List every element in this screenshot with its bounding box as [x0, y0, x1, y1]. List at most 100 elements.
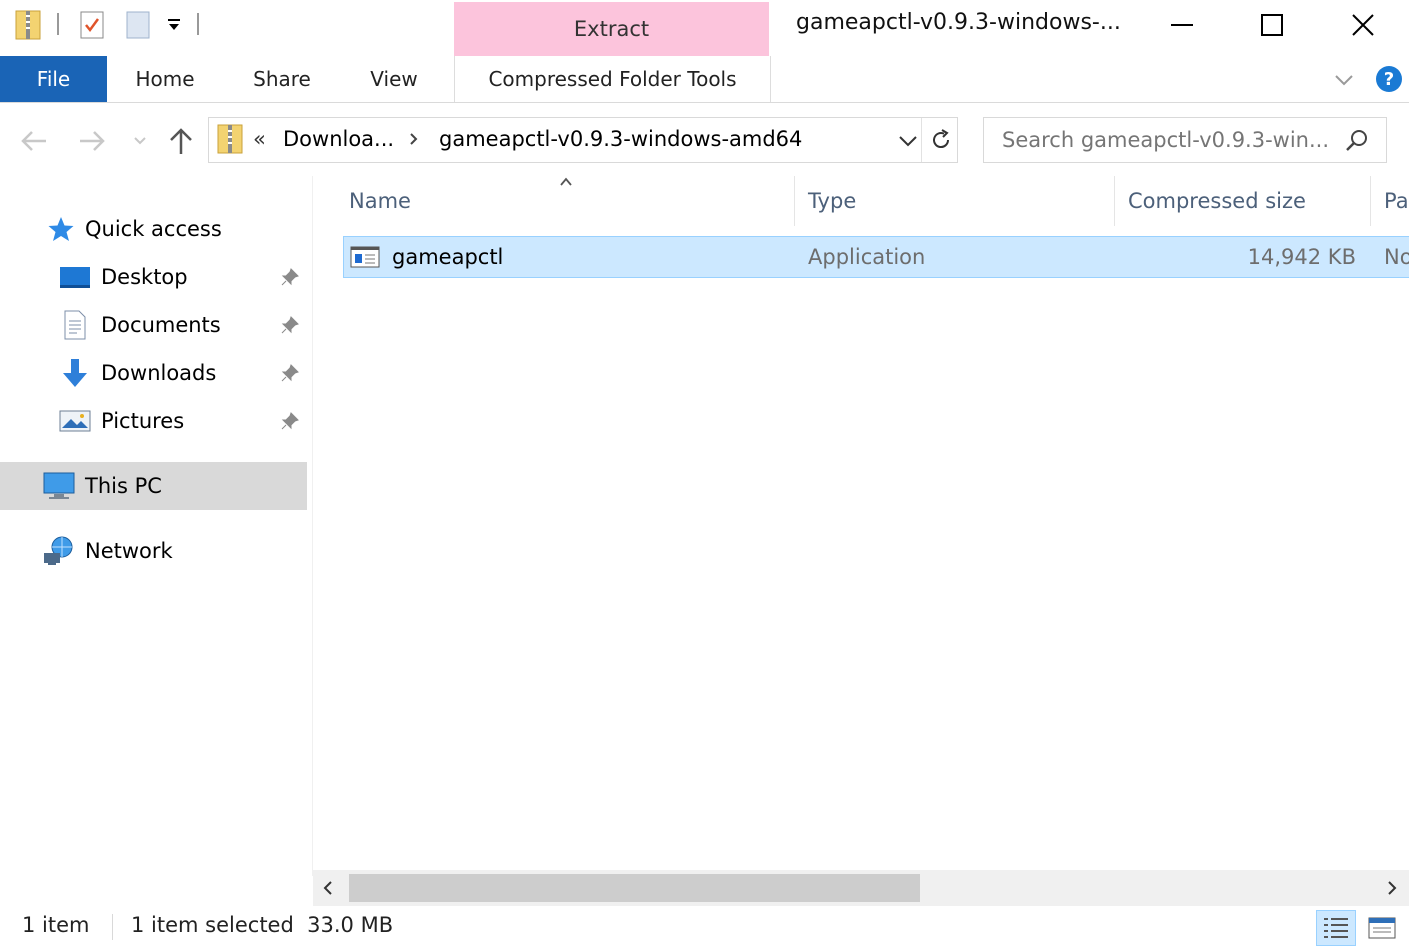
column-header-password-protected[interactable]: Pa [1384, 176, 1409, 226]
arrow-left-icon [21, 131, 46, 151]
table-row[interactable]: gameapctl Application 14,942 KB No [343, 236, 1409, 278]
close-icon [1352, 14, 1374, 36]
status-item-count: 1 item [22, 913, 90, 937]
navigation-bar: « Downloa... gameapctl-v0.9.3-windows-am… [0, 103, 1409, 175]
details-view-button[interactable] [1316, 910, 1356, 946]
row-password-protected: No [1384, 245, 1409, 269]
pin-icon[interactable] [278, 409, 302, 433]
downloads-icon [58, 356, 92, 390]
new-folder-icon[interactable] [124, 8, 152, 42]
chevron-down-icon [134, 137, 146, 145]
computer-icon [42, 469, 76, 503]
nav-quick-access[interactable]: Quick access [0, 206, 307, 252]
row-compressed-size: 14,942 KB [1247, 245, 1356, 269]
row-type: Application [808, 245, 926, 269]
nav-downloads-label: Downloads [101, 361, 217, 385]
back-button[interactable] [16, 121, 52, 161]
breadcrumb-overflow[interactable]: « [253, 127, 266, 151]
nav-quick-access-label: Quick access [85, 217, 222, 241]
chevron-down-icon [1335, 75, 1353, 86]
column-divider[interactable] [794, 176, 795, 226]
chevron-right-icon [1388, 881, 1397, 895]
tab-home[interactable]: Home [120, 56, 210, 102]
nav-pictures[interactable]: Pictures [0, 398, 307, 444]
nav-network[interactable]: Network [0, 528, 307, 574]
pin-icon[interactable] [278, 265, 302, 289]
nav-documents[interactable]: Documents [0, 302, 307, 348]
status-selection: 1 item selected 33.0 MB [131, 913, 394, 937]
address-bar[interactable]: « Downloa... gameapctl-v0.9.3-windows-am… [208, 117, 958, 163]
window-title: gameapctl-v0.9.3-windows-... [796, 10, 1121, 35]
zip-folder-icon [217, 123, 243, 155]
nav-pictures-label: Pictures [101, 409, 185, 433]
breadcrumb-current-folder[interactable]: gameapctl-v0.9.3-windows-amd64 [439, 127, 802, 151]
horizontal-scrollbar[interactable] [313, 870, 1409, 906]
ribbon-tabs: File Home Share View Compressed Folder T… [0, 56, 1409, 103]
nav-this-pc[interactable]: This PC [0, 462, 307, 510]
nav-desktop-label: Desktop [101, 265, 188, 289]
network-icon [42, 534, 76, 568]
help-icon: ? [1376, 66, 1402, 92]
column-divider[interactable] [1370, 176, 1371, 226]
tab-compressed-folder-tools[interactable]: Compressed Folder Tools [454, 56, 771, 102]
zip-folder-icon [14, 8, 42, 42]
tab-share[interactable]: Share [240, 56, 324, 102]
refresh-button[interactable] [929, 128, 953, 152]
address-dropdown-button[interactable] [897, 130, 919, 152]
column-header-type[interactable]: Type [808, 176, 856, 226]
row-name: gameapctl [392, 245, 504, 269]
scroll-right-button[interactable] [1383, 879, 1401, 897]
breadcrumb-separator-icon[interactable] [409, 131, 423, 149]
context-tab-group-extract: Extract [454, 2, 769, 56]
pictures-icon [58, 404, 92, 438]
file-list: Name Type Compressed size Pa gameapctl A… [313, 176, 1409, 876]
sort-ascending-icon [559, 176, 573, 188]
nav-network-label: Network [85, 539, 173, 563]
arrow-up-icon [170, 128, 192, 154]
help-button[interactable]: ? [1374, 64, 1404, 94]
qat-separator [197, 13, 199, 35]
documents-icon [58, 308, 92, 342]
status-divider [112, 914, 113, 940]
properties-icon[interactable] [78, 8, 106, 42]
maximize-button[interactable] [1226, 0, 1318, 50]
recent-locations-button[interactable] [128, 121, 152, 161]
application-icon [350, 237, 384, 277]
arrow-right-icon [80, 131, 105, 151]
minimize-button[interactable] [1136, 0, 1228, 50]
column-header-name[interactable]: Name [349, 176, 411, 226]
customize-qat-dropdown-icon[interactable] [160, 8, 188, 42]
desktop-icon [58, 260, 92, 294]
minimize-icon [1171, 24, 1193, 26]
close-button[interactable] [1317, 0, 1409, 50]
scroll-left-button[interactable] [319, 879, 337, 897]
title-bar: Extract gameapctl-v0.9.3-windows-... [0, 0, 1409, 56]
search-icon[interactable] [1344, 128, 1370, 154]
large-icons-view-button[interactable] [1362, 910, 1402, 946]
nav-downloads[interactable]: Downloads [0, 350, 307, 396]
pin-icon[interactable] [278, 361, 302, 385]
qat-separator [57, 13, 59, 35]
pin-icon[interactable] [278, 313, 302, 337]
search-box[interactable] [983, 117, 1387, 163]
tab-view[interactable]: View [356, 56, 432, 102]
nav-this-pc-label: This PC [85, 474, 162, 498]
nav-documents-label: Documents [101, 313, 221, 337]
nav-desktop[interactable]: Desktop [0, 254, 307, 300]
details-view-icon [1324, 918, 1348, 938]
column-header-compressed-size[interactable]: Compressed size [1128, 176, 1306, 226]
chevron-down-icon [899, 136, 917, 147]
up-button[interactable] [164, 121, 198, 161]
tab-file[interactable]: File [0, 56, 107, 102]
navigation-pane: Quick access Desktop Documents Downloads [0, 176, 313, 876]
large-icons-view-icon [1368, 917, 1396, 939]
search-input[interactable] [1000, 127, 1334, 153]
expand-ribbon-button[interactable] [1330, 66, 1358, 94]
breadcrumb-downloads[interactable]: Downloa... [283, 127, 394, 151]
scrollbar-thumb[interactable] [349, 874, 920, 902]
status-bar: 1 item 1 item selected 33.0 MB [0, 906, 1409, 946]
refresh-icon [933, 129, 950, 149]
forward-button[interactable] [74, 121, 110, 161]
column-divider[interactable] [1114, 176, 1115, 226]
svg-text:?: ? [1384, 69, 1394, 90]
